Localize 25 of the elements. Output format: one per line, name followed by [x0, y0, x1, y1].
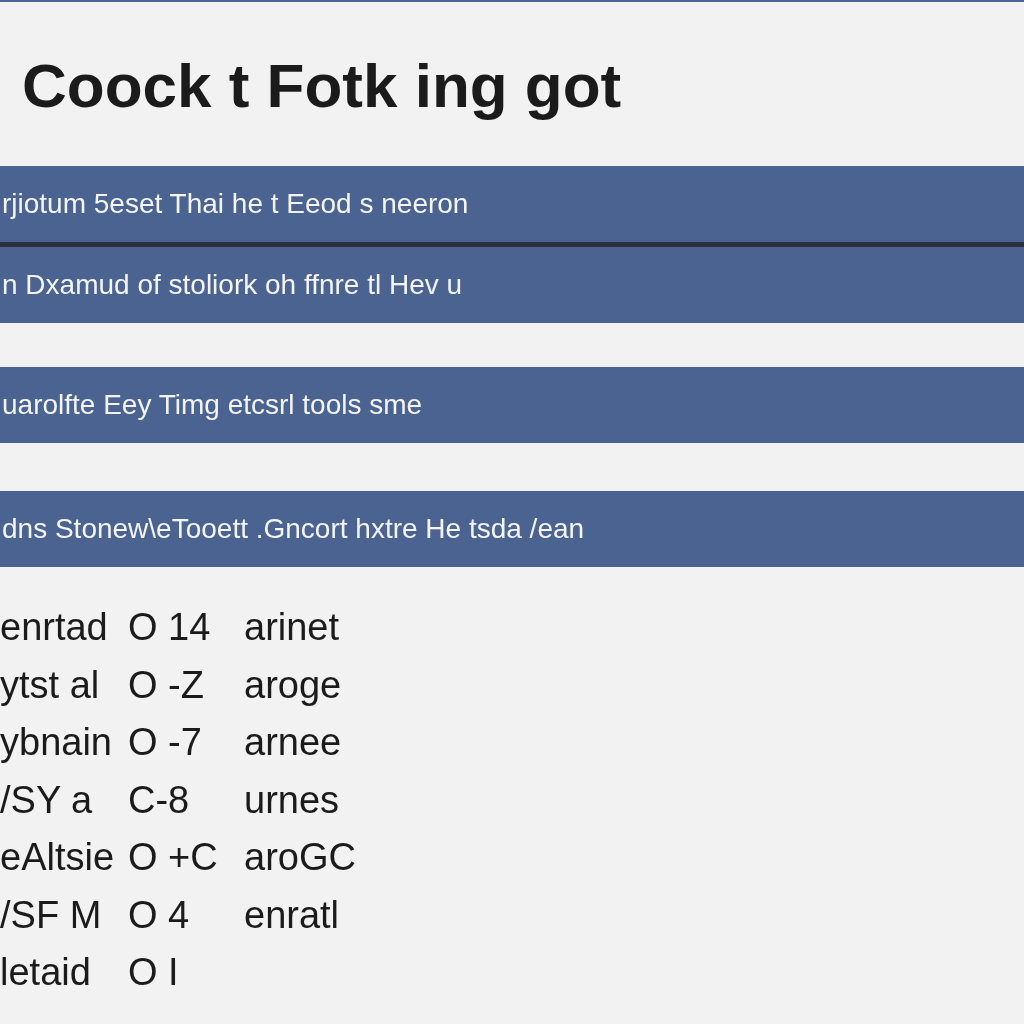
list-code: O I	[128, 951, 180, 995]
list-name: letaid	[0, 951, 92, 995]
list-value: arinet	[244, 606, 340, 650]
list-value: aroGC	[244, 836, 356, 880]
list-name: ybnain	[0, 721, 113, 765]
list-name: /SY a	[0, 778, 94, 822]
list-value: urnes	[244, 778, 340, 822]
list-name: /SF M	[0, 893, 103, 937]
list-code: O 4	[128, 893, 191, 937]
list-code: O -7	[128, 721, 203, 765]
page-title: Coock t Fotk ing got	[22, 50, 623, 122]
banner-text: n Dxamud of stoliork oh ffnre tl Hev u	[2, 269, 463, 301]
banner-text: uarolfte Eey Timg etcsrl tools sme	[2, 389, 423, 421]
list-code: O +C	[128, 836, 219, 880]
list-value: arnee	[244, 721, 342, 765]
list-value: enratl	[244, 893, 340, 937]
banner-text: rjiotum 5eset Thai he t Eeod s neeron	[2, 188, 469, 220]
list-name: eAltsie	[0, 836, 116, 880]
list-code: C-8	[128, 778, 191, 822]
list-name: enrtad	[0, 606, 109, 650]
list-code: O -Z	[128, 663, 205, 707]
list-code: O 14	[128, 606, 212, 650]
list-value: aroge	[244, 663, 342, 707]
list-name: ytst al	[0, 663, 101, 707]
banner-text: dns Stonew\eTooett .Gncort hxtre He tsda /ean	[2, 513, 585, 545]
